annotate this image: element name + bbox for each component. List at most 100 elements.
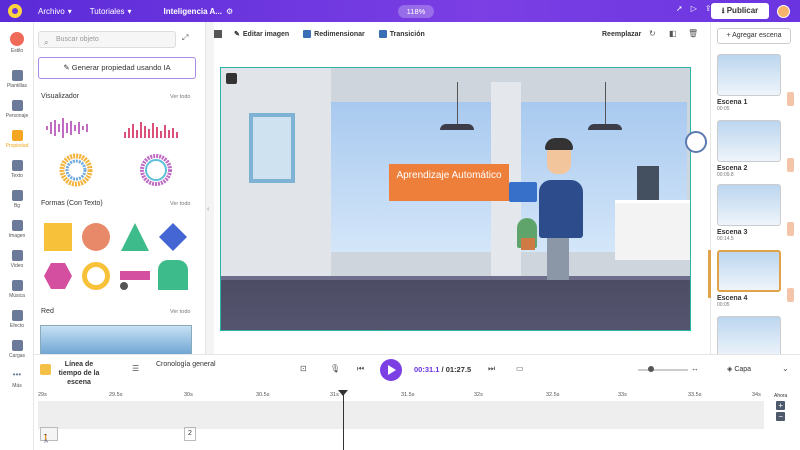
- search-input[interactable]: ⌕ Buscar objeto: [38, 31, 176, 48]
- hexagon-shape[interactable]: [43, 262, 73, 290]
- nav-label: Plantillas: [6, 83, 27, 89]
- nav-templates[interactable]: Plantillas: [0, 70, 34, 89]
- screenshot-icon[interactable]: ⊡: [300, 364, 307, 373]
- pencil-icon: ✎: [234, 31, 240, 38]
- nav-bg[interactable]: Bg: [0, 190, 34, 209]
- character-body[interactable]: [539, 180, 583, 238]
- publish-button[interactable]: ⭳ Publicar: [711, 3, 769, 19]
- nav-character[interactable]: Personaje: [0, 100, 34, 119]
- edit-image-button[interactable]: ✎ Editar imagen: [234, 30, 289, 39]
- scene-drag-handle[interactable]: [787, 92, 794, 106]
- avatar[interactable]: [777, 5, 790, 18]
- chevron-down-icon: ▾: [127, 6, 132, 16]
- chevron-down-icon[interactable]: ⌄: [782, 364, 789, 373]
- microphone-icon[interactable]: 🎙: [330, 364, 340, 373]
- fit-width-icon[interactable]: ↔: [691, 364, 699, 373]
- scene-drag-handle[interactable]: [787, 222, 794, 236]
- nav-effect[interactable]: Efecto: [0, 310, 34, 329]
- clock-icon[interactable]: [685, 131, 707, 153]
- zoom-level[interactable]: 118%: [398, 5, 434, 18]
- background-icon: [11, 190, 23, 201]
- now-label: Ahora: [774, 393, 788, 399]
- menu-tutorials-label: Tutoriales: [89, 6, 125, 16]
- resize-icon: [303, 30, 312, 38]
- cursor-marker-icon: [120, 282, 128, 290]
- fit-screen-icon[interactable]: [226, 73, 237, 84]
- see-all-visualizer[interactable]: Ver todo: [170, 94, 191, 100]
- nav-properties[interactable]: Propiedad: [0, 130, 34, 149]
- flip-icon[interactable]: ◧: [669, 29, 677, 38]
- scene-thumbnail-active: [717, 250, 781, 292]
- see-all-shapes[interactable]: Ver todo: [170, 201, 191, 207]
- scene-card-2[interactable]: Escena 2 00:09.8: [717, 120, 794, 178]
- subtitles-icon[interactable]: ▭: [516, 364, 524, 373]
- generate-ai-button[interactable]: ✎ Generar propiedad usando IA: [38, 57, 196, 79]
- cloud-upload-icon: [11, 340, 23, 351]
- ceiling-lamp: [440, 124, 474, 130]
- coffee-machine: [637, 166, 659, 200]
- scene-drag-handle[interactable]: [787, 288, 794, 302]
- scene-card-5[interactable]: [717, 316, 781, 358]
- ruler-tick: 31.5s: [401, 392, 415, 398]
- expand-icon[interactable]: ⤢: [182, 33, 188, 43]
- waveform-asset-2[interactable]: [124, 120, 188, 138]
- square-shape[interactable]: [44, 223, 72, 251]
- play-button[interactable]: [380, 359, 402, 381]
- trash-icon[interactable]: 🗑: [688, 29, 698, 38]
- scene-drag-handle[interactable]: [787, 158, 794, 172]
- ring-shape[interactable]: [82, 262, 110, 290]
- menu-file[interactable]: Archivo ▾: [38, 7, 72, 16]
- playhead[interactable]: [338, 390, 348, 450]
- diamond-shape[interactable]: [158, 222, 188, 252]
- nav-video[interactable]: Video: [0, 250, 34, 269]
- circle-shape[interactable]: [82, 223, 110, 251]
- skip-back-icon[interactable]: ⏮: [357, 364, 364, 374]
- circular-visualizer-2[interactable]: [138, 152, 174, 188]
- nav-more[interactable]: ••• Más: [0, 370, 34, 389]
- zoom-in-button[interactable]: +: [776, 401, 786, 410]
- nav-text[interactable]: Texto: [0, 160, 34, 179]
- character-layer-chip[interactable]: 🚶: [40, 427, 58, 443]
- lamp-cord: [605, 82, 606, 124]
- timeline-zoom-slider[interactable]: [638, 366, 688, 372]
- transition-button[interactable]: Transición: [378, 30, 425, 38]
- nav-music[interactable]: Música: [0, 280, 34, 299]
- scene-card-4[interactable]: Escena 4 00:05: [717, 250, 794, 308]
- layers-icon[interactable]: [214, 30, 222, 38]
- net-asset-strip[interactable]: [40, 325, 192, 355]
- panel-collapse-handle[interactable]: ‹: [206, 22, 214, 354]
- scene-canvas[interactable]: Aprendizaje Automático: [220, 67, 691, 331]
- nav-uploads[interactable]: Cargas: [0, 340, 34, 359]
- general-chronology-tab[interactable]: Cronología general: [156, 360, 216, 369]
- zoom-out-button[interactable]: −: [776, 412, 786, 421]
- replace-button[interactable]: Reemplazar: [602, 31, 641, 38]
- gear-icon[interactable]: ⚙: [226, 7, 233, 16]
- kitchen-counter: [615, 200, 690, 260]
- text-sign[interactable]: Aprendizaje Automático: [389, 164, 509, 201]
- timeline-list-icon[interactable]: ☰: [132, 364, 139, 373]
- left-nav: Estilo Plantillas Personaje Propiedad Te…: [0, 22, 34, 450]
- menu-tutorials[interactable]: Tutoriales ▾: [90, 7, 132, 16]
- lamp-cord: [457, 82, 458, 124]
- nav-image[interactable]: Imagen: [0, 220, 34, 239]
- see-all-net[interactable]: Ver todo: [170, 309, 191, 315]
- rotate-icon[interactable]: ↻: [649, 29, 656, 38]
- play-preview-icon[interactable]: ▷: [691, 4, 697, 13]
- bar-shape[interactable]: [120, 271, 150, 280]
- scene-timeline-tab[interactable]: Línea de tiempo de la escena: [54, 360, 104, 387]
- layer-dropdown[interactable]: ◈ Capa: [727, 365, 751, 373]
- scene-card-3[interactable]: Escena 3 00:14.5: [717, 184, 794, 242]
- project-name[interactable]: Inteligencia A...: [164, 7, 222, 16]
- timeline-track[interactable]: [38, 401, 764, 429]
- app-logo[interactable]: [8, 4, 22, 18]
- scene-card-1[interactable]: Escena 1 00:05: [717, 54, 794, 112]
- triangle-shape[interactable]: [120, 222, 150, 252]
- nav-style[interactable]: Estilo: [0, 32, 34, 54]
- resize-button[interactable]: Redimensionar: [303, 30, 365, 38]
- add-scene-button[interactable]: + Agregar escena: [717, 28, 791, 44]
- arch-shape[interactable]: [158, 260, 188, 290]
- rocket-icon[interactable]: ➚: [676, 4, 683, 13]
- waveform-asset-1[interactable]: [46, 118, 90, 138]
- circular-visualizer-1[interactable]: [58, 152, 94, 188]
- skip-forward-icon[interactable]: ⏭: [488, 364, 495, 374]
